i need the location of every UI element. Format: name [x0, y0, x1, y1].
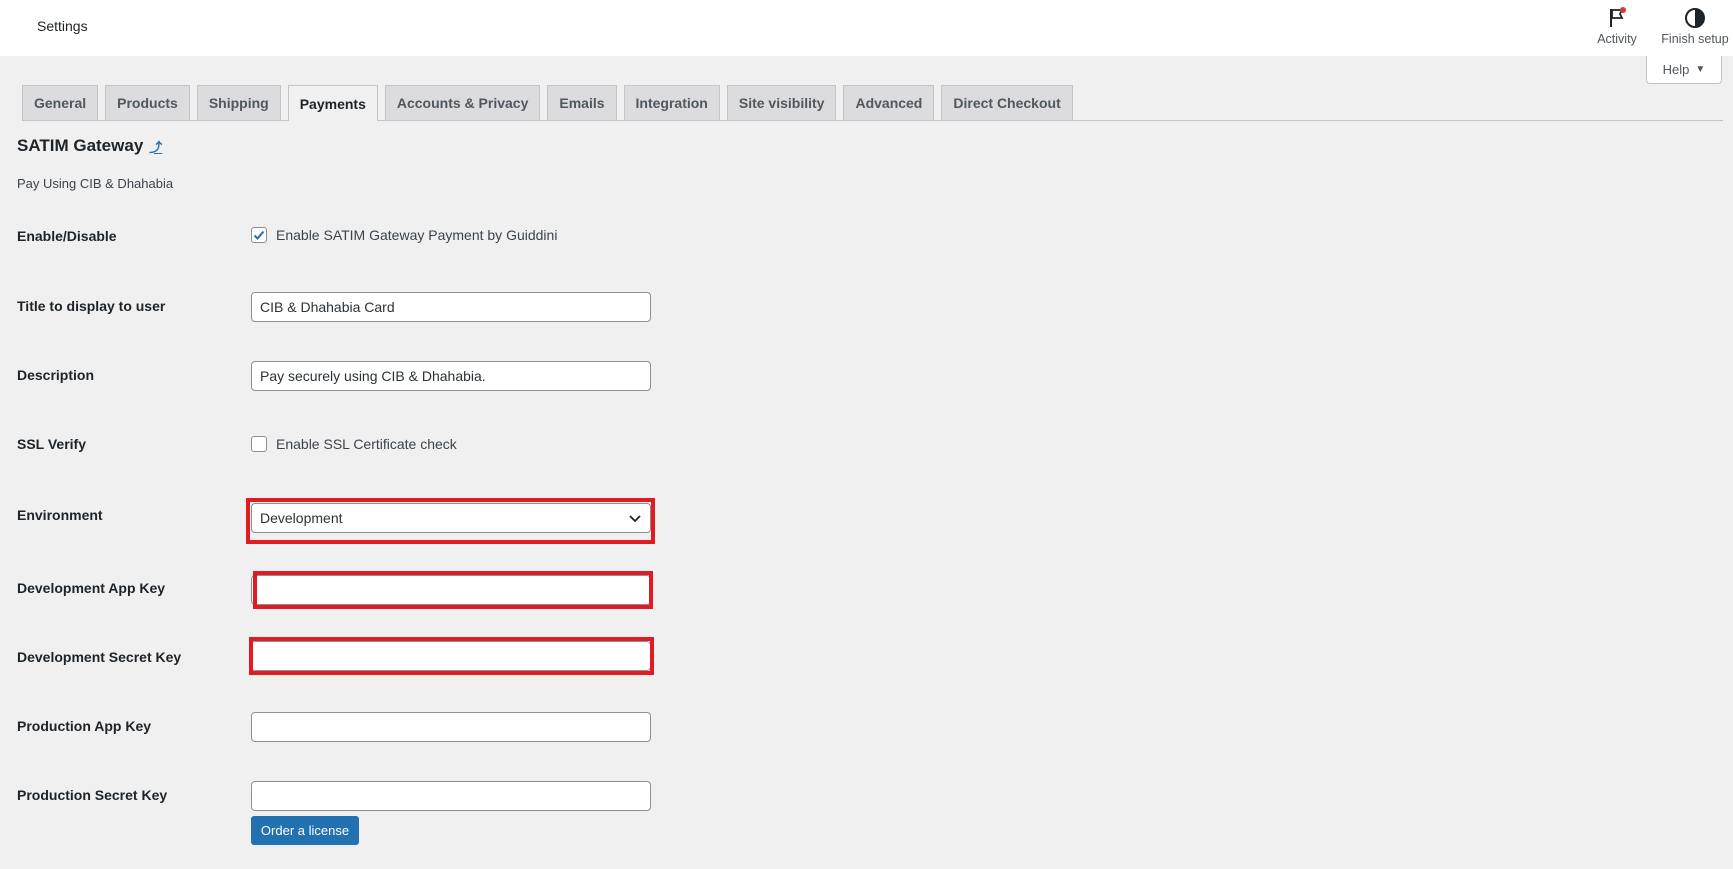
enable-checkbox[interactable]: [251, 227, 267, 243]
tab-direct-checkout[interactable]: Direct Checkout: [941, 85, 1073, 120]
gateway-title: SATIM Gateway: [17, 136, 144, 155]
flag-icon: [1610, 7, 1626, 27]
caret-down-icon: ▼: [1695, 64, 1706, 75]
dev-secret-key-label: Development Secret Key: [17, 649, 182, 665]
prod-app-key-label: Production App Key: [17, 718, 152, 734]
environment-label: Environment: [17, 507, 103, 523]
gateway-description: Pay Using CIB & Dhahabia: [17, 176, 174, 191]
activity-button[interactable]: Activity: [1577, 6, 1657, 46]
tab-payments[interactable]: Payments: [287, 85, 378, 121]
enable-label: Enable/Disable: [17, 228, 117, 244]
title-label: Title to display to user: [17, 298, 166, 314]
prod-secret-key-input[interactable]: [251, 781, 651, 811]
tab-products[interactable]: Products: [105, 85, 190, 120]
activity-label: Activity: [1597, 32, 1637, 46]
enable-checkbox-row: Enable SATIM Gateway Payment by Guiddini: [251, 227, 557, 243]
dev-secret-key-input[interactable]: [251, 641, 651, 671]
settings-tabs: General Products Shipping Payments Accou…: [22, 85, 1723, 121]
tab-advanced[interactable]: Advanced: [843, 85, 935, 120]
prod-app-key-input[interactable]: [251, 712, 651, 742]
finish-setup-button[interactable]: Finish setup: [1655, 6, 1733, 46]
description-label: Description: [17, 367, 95, 383]
chevron-down-icon: [629, 515, 641, 523]
back-to-payments-link[interactable]: ⤴: [149, 137, 162, 156]
environment-selected-value: Development: [260, 510, 343, 526]
help-label: Help: [1662, 62, 1690, 77]
page-title: Settings: [37, 18, 88, 34]
ssl-checkbox-row: Enable SSL Certificate check: [251, 436, 457, 452]
environment-select[interactable]: Development: [251, 503, 651, 533]
ssl-label: SSL Verify: [17, 436, 87, 452]
tab-shipping[interactable]: Shipping: [196, 85, 281, 120]
ssl-checkbox[interactable]: [251, 436, 267, 452]
enable-checkbox-label: Enable SATIM Gateway Payment by Guiddini: [276, 227, 558, 243]
tab-accounts-privacy[interactable]: Accounts & Privacy: [384, 85, 541, 120]
half-circle-icon: [1685, 8, 1705, 28]
help-tab-button[interactable]: Help ▼: [1646, 56, 1722, 84]
gateway-title-row: SATIM Gateway ⤴: [17, 136, 162, 156]
ssl-checkbox-label: Enable SSL Certificate check: [276, 436, 457, 452]
description-input[interactable]: [251, 361, 651, 391]
title-input[interactable]: [251, 292, 651, 322]
tab-general[interactable]: General: [22, 85, 99, 120]
dev-app-key-label: Development App Key: [17, 580, 166, 596]
tab-site-visibility[interactable]: Site visibility: [726, 85, 837, 120]
check-icon: [253, 230, 265, 240]
tab-integration[interactable]: Integration: [623, 85, 720, 120]
top-bar: Settings Activity Finish setup: [0, 0, 1733, 56]
prod-secret-key-label: Production Secret Key: [17, 787, 168, 803]
dev-app-key-input[interactable]: [251, 575, 651, 605]
tab-emails[interactable]: Emails: [547, 85, 617, 120]
finish-setup-label: Finish setup: [1661, 32, 1729, 46]
order-license-button[interactable]: Order a license: [251, 816, 359, 845]
